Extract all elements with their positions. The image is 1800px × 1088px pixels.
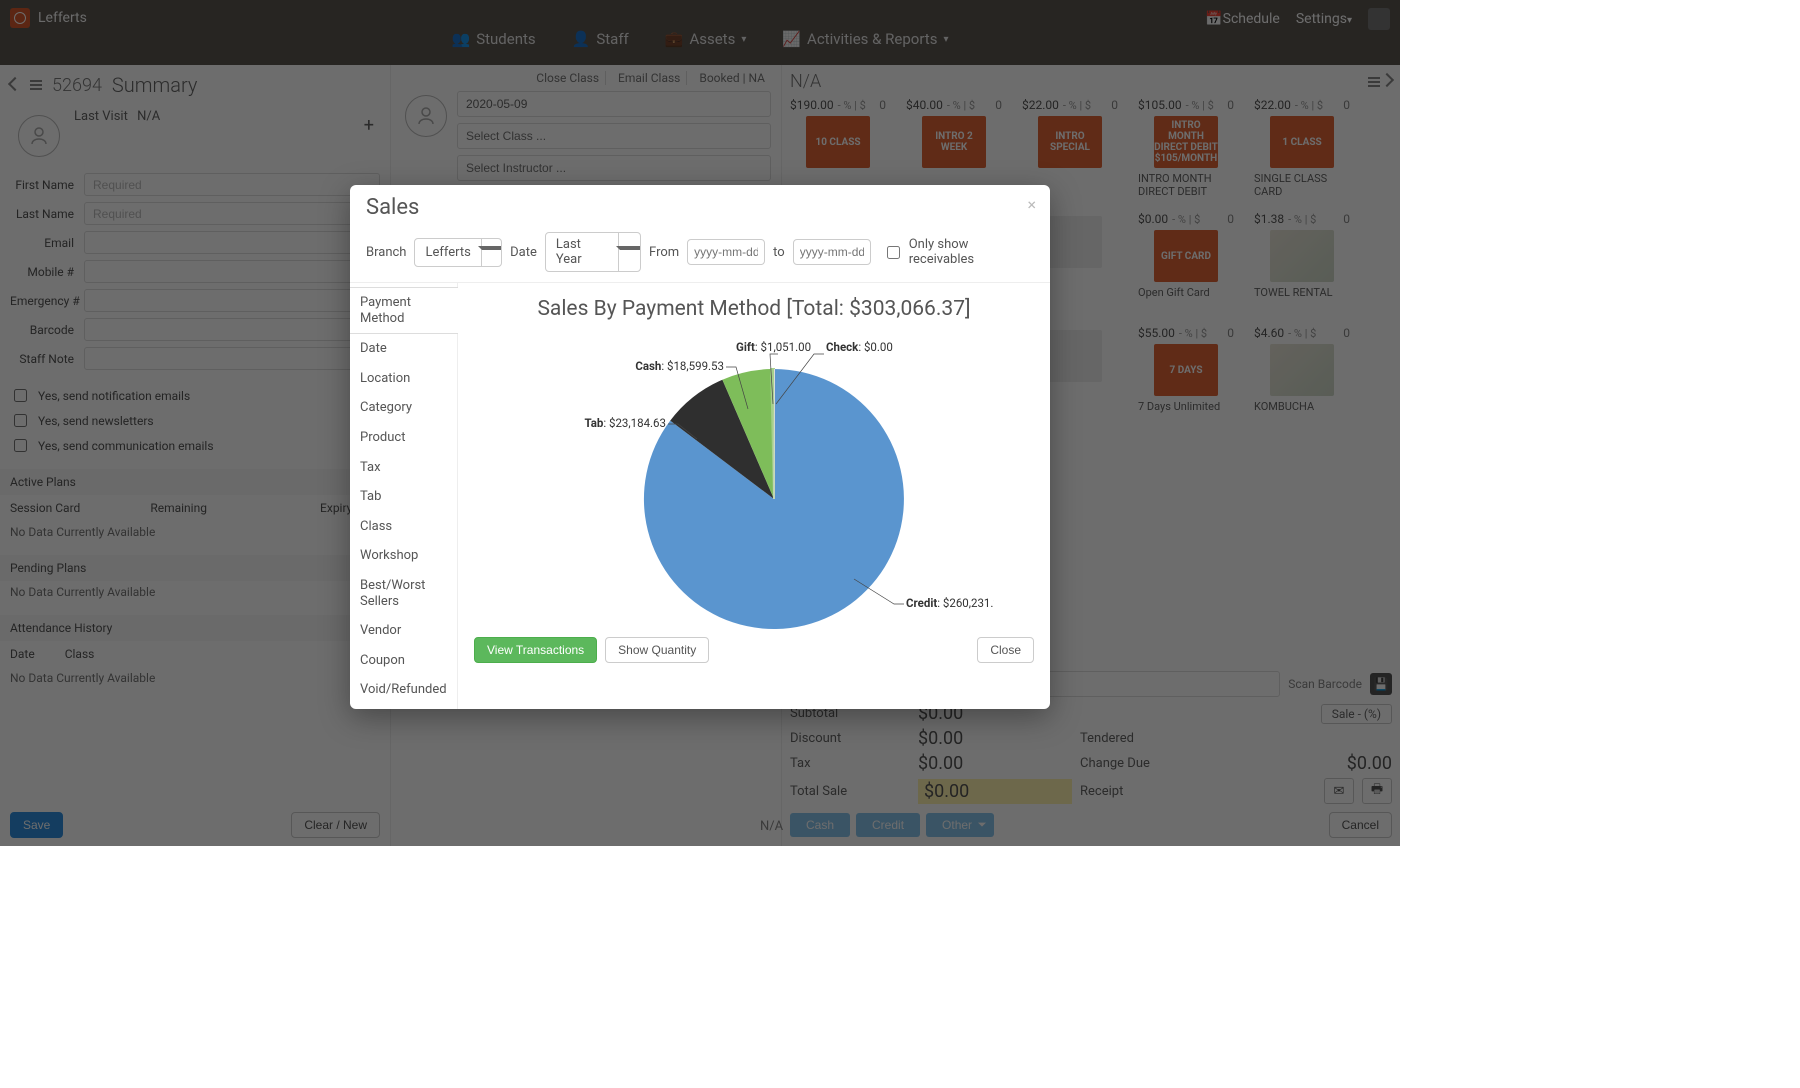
modal-tab-location[interactable]: Location (350, 364, 457, 394)
modal-tab-best-worst-sellers[interactable]: Best/Worst Sellers (350, 571, 457, 616)
label-cash: Cash: $18,599.53 (635, 359, 724, 373)
chevron-down-icon (481, 239, 502, 266)
modal-tab-payment-method[interactable]: Payment Method (350, 287, 458, 334)
modal-tab-tab[interactable]: Tab (350, 482, 457, 512)
modal-sidebar-tabs: Payment MethodDateLocationCategoryProduc… (350, 283, 458, 709)
receivables-label: Only show receivables (909, 237, 1034, 267)
from-label: From (649, 245, 679, 260)
modal-close-button[interactable]: Close (977, 637, 1034, 663)
modal-title: Sales (366, 195, 1034, 220)
label-tab: Tab: $23,184.63 (584, 416, 666, 430)
label-gift: Gift: $1,051.00 (736, 340, 811, 354)
modal-tab-workshop[interactable]: Workshop (350, 541, 457, 571)
label-check: Check: $0.00 (826, 340, 893, 354)
modal-tab-vendor[interactable]: Vendor (350, 616, 457, 646)
modal-tab-category[interactable]: Category (350, 393, 457, 423)
date-range-dropdown[interactable]: Last Year (545, 232, 641, 272)
show-quantity-button[interactable]: Show Quantity (605, 637, 709, 663)
modal-tab-coupon[interactable]: Coupon (350, 646, 457, 676)
view-transactions-button[interactable]: View Transactions (474, 637, 597, 663)
chart-pane: Sales By Payment Method [Total: $303,066… (458, 283, 1050, 709)
to-date-input[interactable] (793, 239, 871, 265)
modal-filters: Branch Lefferts Date Last Year From to O… (350, 228, 1050, 283)
modal-tab-void-refunded[interactable]: Void/Refunded (350, 675, 457, 705)
sales-modal: Sales × Branch Lefferts Date Last Year F… (350, 185, 1050, 709)
receivables-checkbox[interactable]: Only show receivables (883, 237, 1034, 267)
modal-tab-date[interactable]: Date (350, 334, 457, 364)
date-range-value: Last Year (546, 233, 618, 271)
to-label: to (773, 245, 785, 260)
pie-slice-check (774, 369, 775, 499)
receivables-checkbox-input[interactable] (887, 246, 900, 259)
modal-tab-product[interactable]: Product (350, 423, 457, 453)
branch-label: Branch (366, 245, 406, 260)
from-date-input[interactable] (687, 239, 765, 265)
date-label: Date (510, 245, 537, 260)
chart-title: Sales By Payment Method [Total: $303,066… (474, 297, 1034, 321)
label-credit: Credit: $260,231.21 (906, 596, 994, 610)
chevron-down-icon (618, 233, 640, 271)
modal-tab-class[interactable]: Class (350, 512, 457, 542)
pie-chart: Tab: $23,184.63 Cash: $18,599.53 Gift: $… (514, 329, 994, 629)
modal-close-icon[interactable]: × (1027, 195, 1036, 214)
branch-dropdown[interactable]: Lefferts (414, 238, 502, 267)
modal-tab-tax[interactable]: Tax (350, 453, 457, 483)
branch-value: Lefferts (415, 239, 480, 266)
